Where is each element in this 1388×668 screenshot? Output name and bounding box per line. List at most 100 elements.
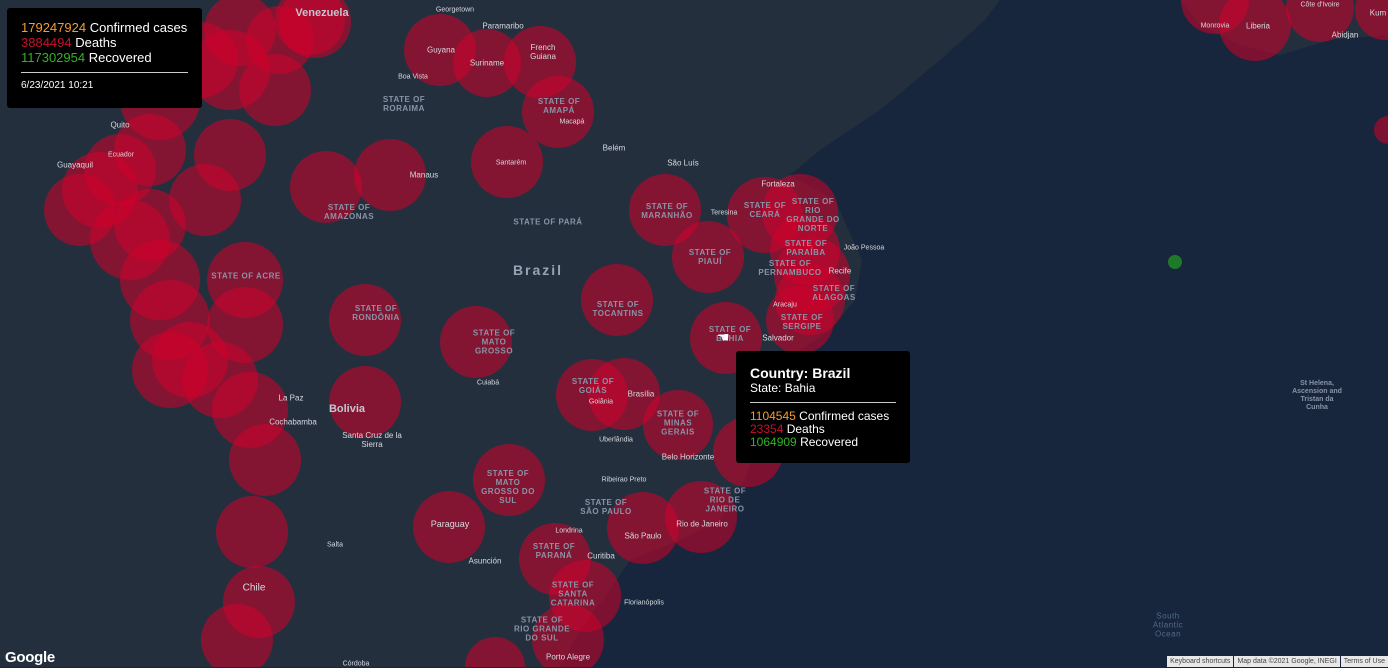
tooltip-state: State: Bahia xyxy=(750,381,816,395)
city-santarem: Santarém xyxy=(495,159,527,167)
label-state-rj: STATE OF RIO DE JANEIRO xyxy=(703,486,747,514)
label-state-bahia: STATE OF BAHIA xyxy=(708,325,752,343)
city-salta: Salta xyxy=(327,541,343,549)
map-canvas[interactable] xyxy=(0,0,1388,667)
city-la-paz: La Paz xyxy=(278,393,304,403)
global-recovered-row: 117302954 Recovered xyxy=(21,50,188,65)
label-guyana: Guyana xyxy=(426,45,456,55)
city-belem: Belém xyxy=(602,143,626,153)
city-florianopolis: Florianópolis xyxy=(624,599,664,607)
label-state-piaui: STATE OF PIAUÍ xyxy=(688,248,732,266)
city-asuncion: Asunción xyxy=(468,556,502,566)
global-recovered-value: 117302954 xyxy=(21,50,86,65)
global-confirmed-label: Confirmed cases xyxy=(89,20,188,35)
google-logo: Google xyxy=(5,649,55,666)
global-stats-panel: 179247924 Confirmed cases 3884494 Deaths… xyxy=(7,8,202,108)
map-data-credit: Map data ©2021 Google, INEGI xyxy=(1234,656,1340,667)
case-bubble[interactable] xyxy=(329,366,401,438)
label-chile: Chile xyxy=(242,582,266,594)
label-state-ceara: STATE OF CEARÁ xyxy=(743,201,787,219)
label-state-rgn: STATE OF RIO GRANDE DO NORTE xyxy=(786,197,840,233)
label-state-amapa: STATE OF AMAPÁ xyxy=(537,97,581,115)
label-st-helena: St Helena, Ascension and Tristan da Cunh… xyxy=(1292,380,1342,411)
city-sao-luis: São Luís xyxy=(667,158,699,168)
city-rio: Rio de Janeiro xyxy=(676,519,728,529)
city-porto-alegre: Porto Alegre xyxy=(545,652,591,662)
label-state-minas: STATE OF MINAS GERAIS xyxy=(656,409,700,437)
label-state-sc: STATE OF SANTA CATARINA xyxy=(550,580,596,608)
label-state-roraima: STATE OF RORAIMA xyxy=(382,95,426,113)
label-state-tocantins: STATE OF TOCANTINS xyxy=(592,300,644,318)
label-state-sp: STATE OF SÃO PAULO xyxy=(580,498,632,516)
city-sao-paulo: São Paulo xyxy=(624,531,662,541)
city-londrina: Londrina xyxy=(555,527,583,535)
label-state-pernambuco: STATE OF PERNAMBUCO xyxy=(758,259,822,277)
keyboard-shortcuts-link[interactable]: Keyboard shortcuts xyxy=(1167,656,1234,667)
city-teresina: Teresina xyxy=(710,209,738,217)
city-quito: Quito xyxy=(110,120,130,130)
label-brazil: Brazil xyxy=(512,262,564,278)
city-aracaju: Aracaju xyxy=(773,301,797,309)
label-state-maranhao: STATE OF MARANHÃO xyxy=(641,202,693,220)
tooltip-divider xyxy=(750,402,896,403)
city-recife: Recife xyxy=(828,266,852,276)
label-state-ms: STATE OF MATO GROSSO DO SUL xyxy=(481,469,535,505)
city-santa-cruz: Santa Cruz de la Sierra xyxy=(342,431,402,449)
label-cote-divoire: Côte d'Ivoire xyxy=(1300,1,1340,9)
region-tooltip: Country: Brazil State: Bahia 1104545 Con… xyxy=(736,351,910,463)
tooltip-confirmed-value: 1104545 xyxy=(750,409,796,423)
label-south-atlantic: South Atlantic Ocean xyxy=(1152,611,1184,639)
global-deaths-row: 3884494 Deaths xyxy=(21,35,188,50)
case-bubble[interactable] xyxy=(182,342,258,418)
city-cuiaba: Cuiabá xyxy=(476,379,500,387)
city-joao-pessoa: João Pessoa xyxy=(843,244,885,252)
terms-of-use-link[interactable]: Terms of Use xyxy=(1340,656,1388,667)
last-updated-timestamp: 6/23/2021 10:21 xyxy=(21,80,94,91)
label-liberia: Liberia xyxy=(1245,21,1271,31)
panel-divider xyxy=(21,72,188,73)
city-macapa: Macapá xyxy=(559,118,585,126)
tooltip-country: Country: Brazil xyxy=(750,365,851,381)
map-attribution: Keyboard shortcuts Map data ©2021 Google… xyxy=(1166,656,1388,667)
city-georgetown: Georgetown xyxy=(435,6,475,14)
city-paramaribo: Paramaribo xyxy=(482,21,524,31)
label-state-parana: STATE OF PARANÁ xyxy=(532,542,576,560)
city-ribeirao-preto: Ribeirao Preto xyxy=(601,476,647,484)
city-brasilia: Brasília xyxy=(627,389,655,399)
city-abidjan: Abidjan xyxy=(1331,30,1359,40)
label-venezuela: Venezuela xyxy=(295,7,349,19)
label-paraguay: Paraguay xyxy=(430,519,470,529)
global-deaths-value: 3884494 xyxy=(21,35,72,50)
label-state-goias: STATE OF GOIÁS xyxy=(571,377,615,395)
city-guayaquil: Guayaquil xyxy=(56,160,94,170)
global-confirmed-value: 179247924 xyxy=(21,20,87,35)
label-french-guiana: French Guiana xyxy=(530,43,556,61)
case-bubble[interactable] xyxy=(84,134,156,206)
city-monrovia: Monrovia xyxy=(1200,22,1230,30)
global-deaths-label: Deaths xyxy=(75,35,117,50)
global-confirmed-row: 179247924 Confirmed cases xyxy=(21,20,188,35)
city-belo-horizonte: Belo Horizonte xyxy=(661,452,715,462)
city-goiania: Goiânia xyxy=(588,398,614,406)
label-state-amazonas: STATE OF AMAZONAS xyxy=(323,203,375,221)
hand-cursor-icon: ☚ xyxy=(717,329,730,345)
label-state-acre: STATE OF ACRE xyxy=(211,271,281,281)
tooltip-deaths-label: Deaths xyxy=(786,422,825,436)
city-manaus: Manaus xyxy=(409,170,439,180)
label-state-paraiba: STATE OF PARAÍBA xyxy=(784,239,828,257)
label-state-sergipe: STATE OF SERGIPE xyxy=(780,313,824,331)
tooltip-confirmed-label: Confirmed cases xyxy=(799,409,890,423)
label-state-para: STATE OF PARÁ xyxy=(513,217,583,227)
case-bubble[interactable] xyxy=(216,496,288,568)
label-suriname: Suriname xyxy=(469,58,505,68)
tooltip-deaths-value: 23354 xyxy=(750,422,784,436)
city-fortaleza: Fortaleza xyxy=(761,179,795,189)
label-state-alagoas: STATE OF ALAGOAS xyxy=(812,284,856,302)
recovered-dot[interactable] xyxy=(1168,255,1182,269)
global-recovered-label: Recovered xyxy=(88,50,152,65)
city-salvador: Salvador xyxy=(762,333,794,343)
label-state-rgs: STATE OF RIO GRANDE DO SUL xyxy=(513,615,571,643)
label-state-rondonia: STATE OF RONDÔNIA xyxy=(352,304,400,322)
city-cordoba: Córdoba xyxy=(342,660,370,668)
case-bubble[interactable] xyxy=(194,119,266,191)
